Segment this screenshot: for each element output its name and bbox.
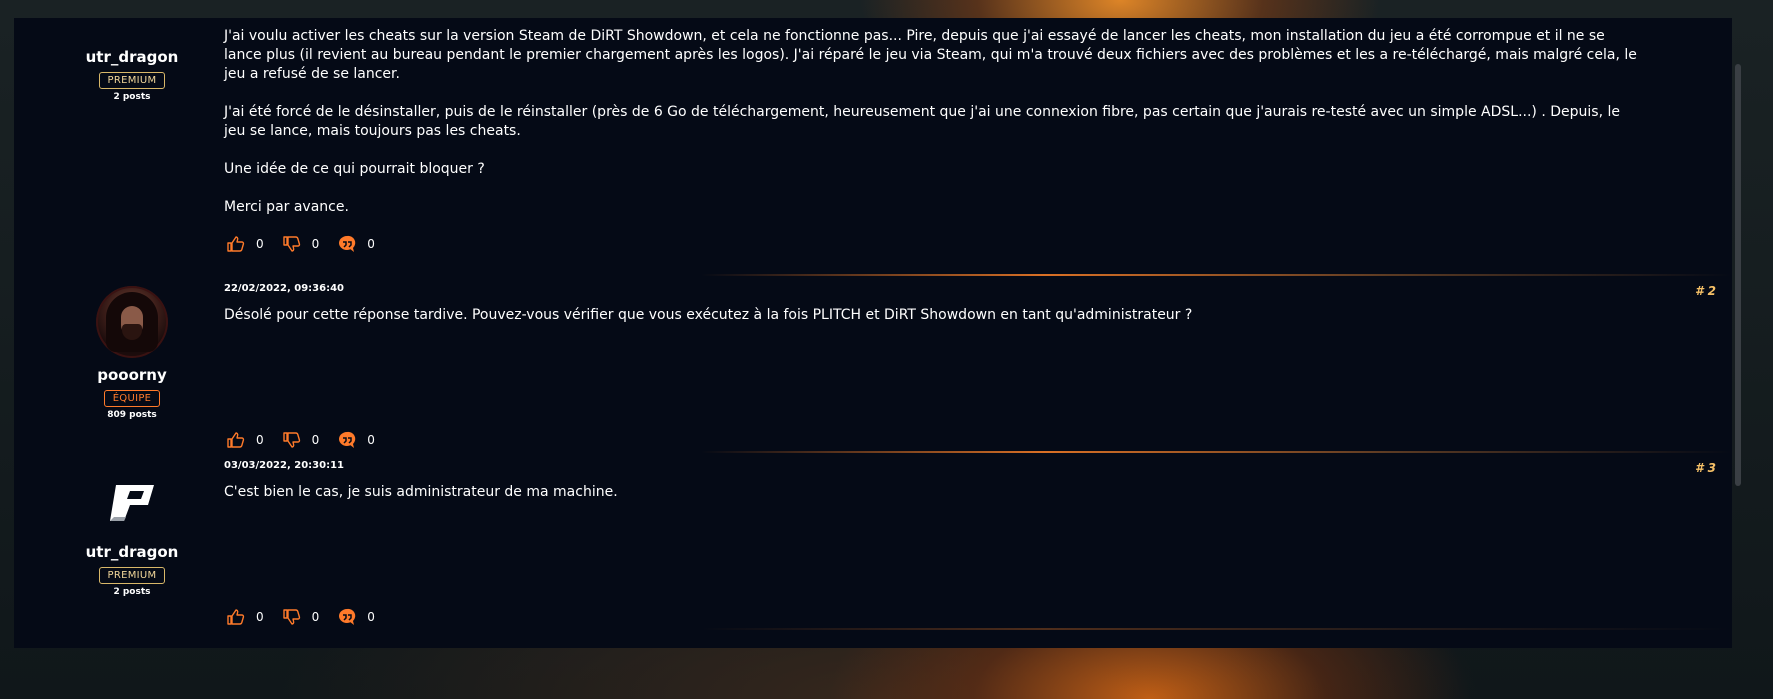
post-divider	[14, 274, 1732, 276]
quote-reply-icon[interactable]	[337, 607, 357, 627]
thumbs-down-icon[interactable]	[282, 430, 302, 450]
premium-badge: PREMIUM	[98, 72, 166, 89]
author-username[interactable]: pooorny	[52, 366, 212, 384]
thumbs-up-icon[interactable]	[226, 430, 246, 450]
post-paragraph: C'est bien le cas, je suis administrateu…	[224, 484, 618, 500]
post-author: utr_dragon PREMIUM 2 posts	[52, 48, 212, 102]
post-author: utr_dragon PREMIUM 2 posts	[52, 463, 212, 597]
post-paragraph: J'ai été forcé de le désinstaller, puis …	[224, 104, 1620, 139]
post-paragraph: J'ai voulu activer les cheats sur la ver…	[224, 28, 1637, 82]
author-post-count: 2 posts	[113, 92, 151, 102]
likes-count: 0	[256, 433, 264, 447]
post-body: J'ai voulu activer les cheats sur la ver…	[224, 27, 1644, 236]
plitch-logo-icon	[110, 485, 154, 521]
scrollbar-thumb[interactable]	[1735, 64, 1741, 486]
replies-count: 0	[367, 610, 375, 624]
post-date: 03/03/2022, 20:30:11	[224, 460, 344, 471]
dislikes-count: 0	[311, 610, 320, 624]
post-author: pooorny ÉQUIPE 809 posts	[52, 286, 212, 420]
quote-reply-icon[interactable]	[337, 430, 357, 450]
author-username[interactable]: utr_dragon	[52, 543, 212, 561]
thumbs-down-icon[interactable]	[282, 607, 302, 627]
post-number[interactable]: # 3	[1695, 461, 1716, 475]
likes-count: 0	[256, 237, 264, 251]
thumbs-down-icon[interactable]	[282, 234, 302, 254]
premium-badge: PREMIUM	[98, 567, 166, 584]
post-divider	[14, 451, 1732, 453]
post-paragraph: Merci par avance.	[224, 199, 349, 215]
post-reactions: 0 0 0	[226, 607, 393, 627]
post-reactions: 0 0 0	[226, 430, 393, 450]
replies-count: 0	[367, 433, 375, 447]
forum-thread-panel: utr_dragon PREMIUM 2 posts J'ai voulu ac…	[14, 18, 1732, 648]
post-body: C'est bien le cas, je suis administrateu…	[224, 483, 1644, 521]
dislikes-count: 0	[311, 433, 320, 447]
replies-count: 0	[367, 237, 375, 251]
thumbs-up-icon[interactable]	[226, 234, 246, 254]
thumbs-up-icon[interactable]	[226, 607, 246, 627]
avatar[interactable]	[96, 286, 168, 358]
team-badge: ÉQUIPE	[103, 390, 161, 407]
plitch-logo-avatar[interactable]	[96, 463, 168, 535]
author-post-count: 809 posts	[107, 410, 157, 420]
author-username[interactable]: utr_dragon	[52, 48, 212, 66]
post-body: Désolé pour cette réponse tardive. Pouve…	[224, 306, 1644, 344]
quote-reply-icon[interactable]	[337, 234, 357, 254]
post-number[interactable]: # 2	[1695, 284, 1716, 298]
likes-count: 0	[256, 610, 264, 624]
post-date: 22/02/2022, 09:36:40	[224, 283, 344, 294]
post-paragraph: Une idée de ce qui pourrait bloquer ?	[224, 161, 485, 177]
author-post-count: 2 posts	[113, 587, 151, 597]
post-paragraph: Désolé pour cette réponse tardive. Pouve…	[224, 307, 1193, 323]
dislikes-count: 0	[311, 237, 320, 251]
post-divider	[14, 628, 1732, 630]
post-reactions: 0 0 0	[226, 234, 393, 254]
